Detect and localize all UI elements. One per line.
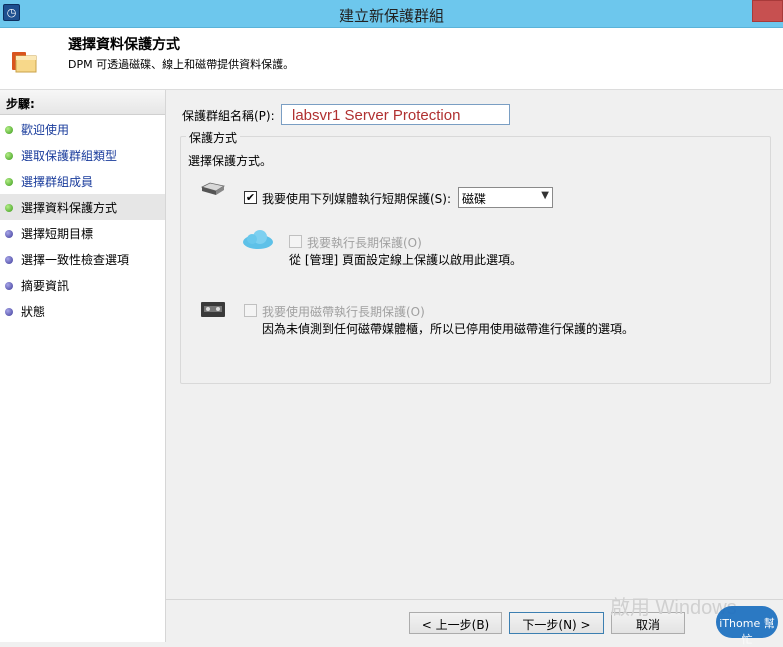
- groupbox-title: 保護方式: [186, 129, 241, 146]
- online-long-term-note: 從 [管理] 頁面設定線上保護以啟用此選項。: [289, 253, 522, 267]
- step-label: 選擇一致性檢查選項: [21, 253, 130, 267]
- folder-icon: [12, 52, 37, 73]
- step-current-icon: [5, 204, 13, 212]
- step-label: 歡迎使用: [21, 123, 70, 137]
- short-term-checkbox[interactable]: ✔: [244, 191, 257, 204]
- step-summary[interactable]: 摘要資訊: [0, 272, 165, 298]
- tape-icon: [201, 302, 225, 317]
- step-pending-icon: [5, 230, 13, 238]
- next-button[interactable]: 下一步(N) >: [509, 612, 604, 634]
- short-term-media-value: 磁碟: [462, 192, 487, 206]
- step-pending-icon: [5, 256, 13, 264]
- step-welcome[interactable]: 歡迎使用: [0, 116, 165, 142]
- online-long-term-label: 我要執行長期保護(O): [307, 236, 422, 250]
- step-done-icon: [5, 178, 13, 186]
- title-bar: ◷ 建立新保護群組: [0, 0, 783, 28]
- step-pending-icon: [5, 308, 13, 316]
- close-button[interactable]: [752, 0, 783, 22]
- group-name-label: 保護群組名稱(P):: [182, 109, 275, 123]
- step-label: 選擇短期目標: [21, 227, 94, 241]
- step-label: 狀態: [21, 305, 46, 319]
- step-done-icon: [5, 152, 13, 160]
- short-term-label: 我要使用下列媒體執行短期保護(S):: [262, 192, 452, 206]
- cloud-icon: [243, 230, 273, 249]
- tape-long-term-label: 我要使用磁帶執行長期保護(O): [262, 305, 425, 319]
- online-long-term-checkbox[interactable]: [289, 235, 302, 248]
- step-label: 選擇資料保護方式: [21, 201, 118, 215]
- step-select-group-type[interactable]: 選取保護群組類型: [0, 142, 165, 168]
- step-done-icon: [5, 126, 13, 134]
- step-short-term-goals[interactable]: 選擇短期目標: [0, 220, 165, 246]
- group-name-input[interactable]: labsvr1 Server Protection: [281, 104, 510, 125]
- step-status[interactable]: 狀態: [0, 298, 165, 324]
- steps-sidebar: 步驟: 歡迎使用 選取保護群組類型 選擇群組成員 選擇資料保護方式 選擇短期目標…: [0, 90, 166, 642]
- tape-long-term-note: 因為未偵測到任何磁帶媒體櫃，所以已停用使用磁帶進行保護的選項。: [262, 322, 635, 336]
- back-button[interactable]: < 上一步(B): [409, 612, 502, 634]
- page-subtitle: DPM 可透過磁碟、線上和磁帶提供資料保護。: [68, 58, 295, 71]
- step-data-protection-method[interactable]: 選擇資料保護方式: [0, 194, 165, 220]
- ithome-logo: iThome 幫忙: [716, 606, 778, 646]
- chevron-down-icon: ▼: [541, 190, 549, 201]
- wizard-header: 選擇資料保護方式 DPM 可透過磁碟、線上和磁帶提供資料保護。: [0, 28, 783, 90]
- protection-desc: 選擇保護方式。: [188, 154, 273, 168]
- step-select-members[interactable]: 選擇群組成員: [0, 168, 165, 194]
- short-term-media-select[interactable]: 磁碟 ▼: [458, 187, 553, 208]
- step-label: 摘要資訊: [21, 279, 70, 293]
- disk-icon: [200, 182, 226, 195]
- window-title: 建立新保護群組: [338, 7, 444, 25]
- step-label: 選擇群組成員: [21, 175, 94, 189]
- steps-heading: 步驟:: [0, 90, 165, 115]
- tape-long-term-checkbox[interactable]: [244, 304, 257, 317]
- step-consistency-check[interactable]: 選擇一致性檢查選項: [0, 246, 165, 272]
- step-label: 選取保護群組類型: [21, 149, 118, 163]
- page-title: 選擇資料保護方式: [68, 37, 180, 53]
- step-pending-icon: [5, 282, 13, 290]
